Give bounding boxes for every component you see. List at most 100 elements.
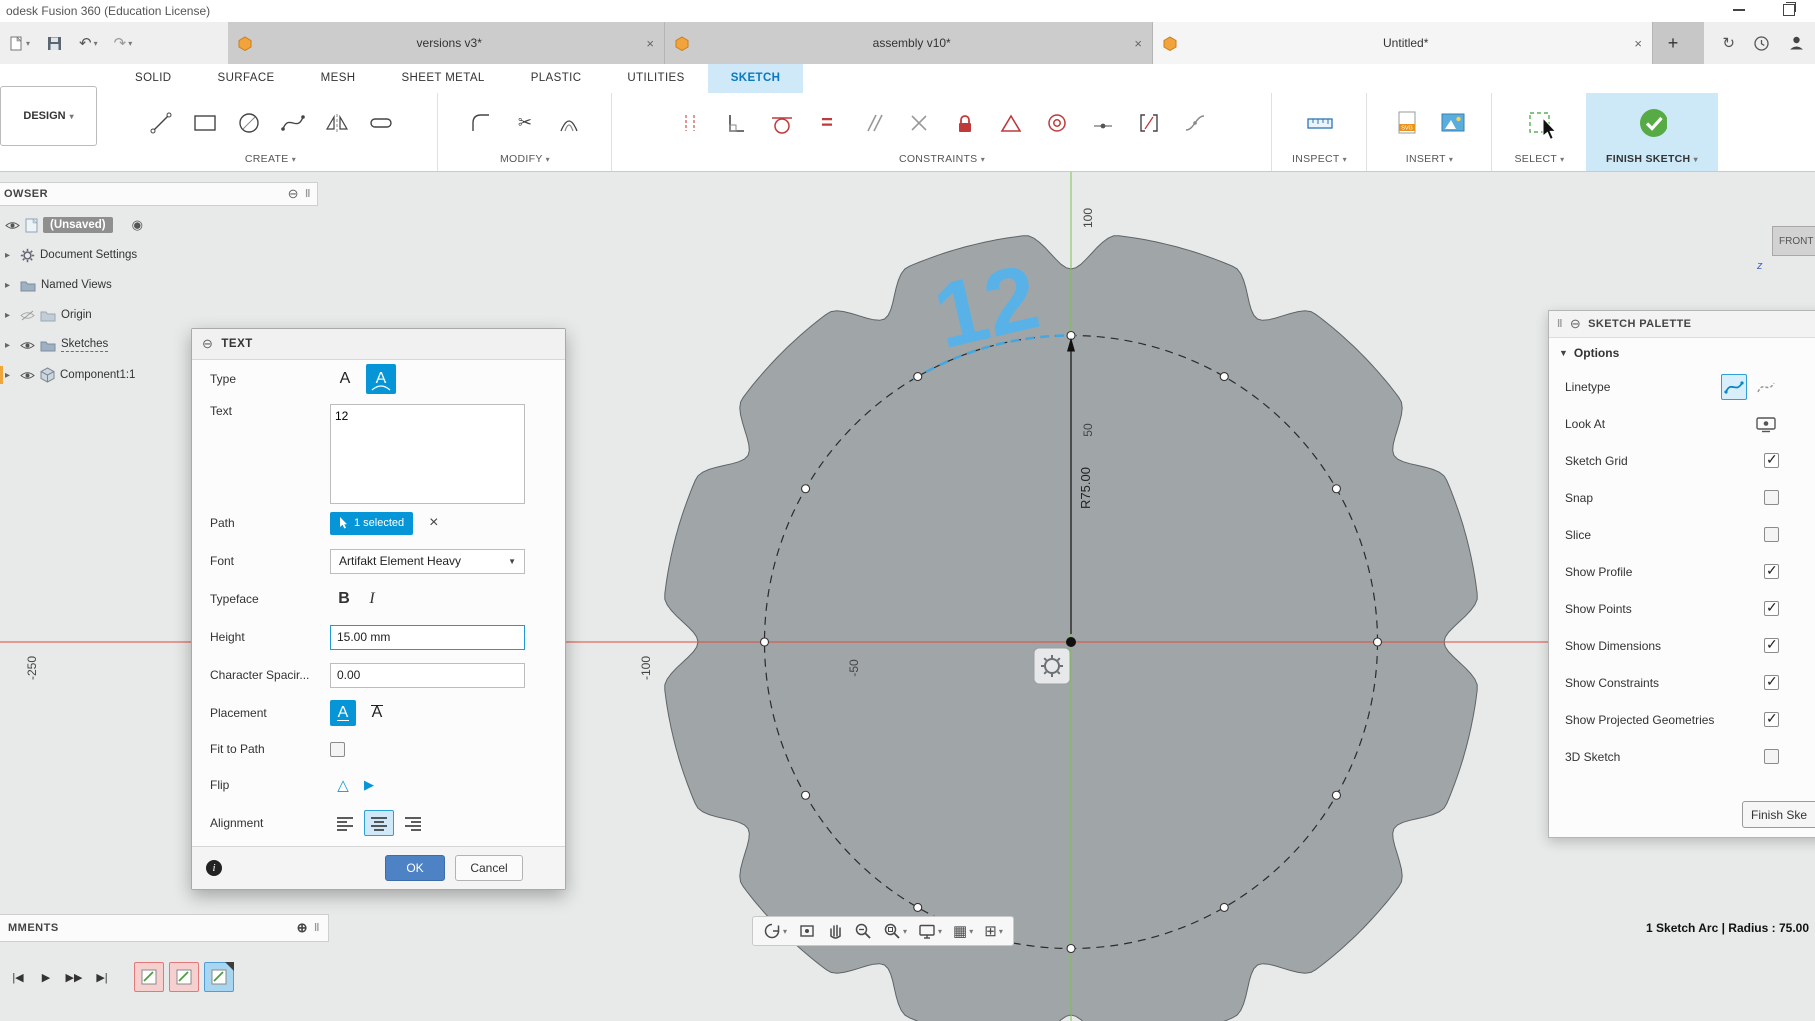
trim-scissors-button[interactable]: ✂ (510, 108, 540, 138)
show-points-checkbox[interactable] (1764, 601, 1779, 616)
activate-radio-icon[interactable]: ◉ (132, 217, 143, 233)
timeline-go-to-end-button[interactable]: ▶| (90, 965, 114, 989)
orbit-button[interactable]: ▾ (763, 922, 787, 940)
close-tab-icon[interactable]: × (1134, 36, 1142, 51)
grid-settings-button[interactable]: ▦▾ (953, 922, 973, 940)
flip-vertical-button[interactable]: ▶ (356, 772, 382, 798)
measure-tool-button[interactable] (1305, 108, 1335, 138)
panel-grip-icon[interactable]: ‖ (305, 188, 311, 200)
tangent-constraint-button[interactable] (766, 108, 796, 138)
look-at-view-button[interactable] (798, 922, 816, 940)
viewports-button[interactable]: ⊞▾ (984, 922, 1003, 940)
pan-button[interactable] (827, 922, 843, 940)
midpoint-constraint-button[interactable] (1088, 108, 1118, 138)
add-comment-icon[interactable]: ⊕ (297, 920, 308, 936)
tab-surface[interactable]: SURFACE (195, 64, 298, 93)
sync-icon[interactable]: ↻ (1722, 34, 1735, 52)
zoom-button[interactable] (854, 922, 872, 940)
restore-icon[interactable] (1783, 4, 1795, 16)
inspect-dropdown[interactable]: INSPECT ▾ (1272, 153, 1367, 171)
concentric-constraint-button[interactable] (1042, 108, 1072, 138)
options-section-header[interactable]: ▼ Options (1549, 338, 1815, 368)
insert-dropdown[interactable]: INSERT ▾ (1367, 153, 1492, 171)
expand-arrow-icon[interactable]: ▸ (5, 340, 15, 351)
panel-grip-icon[interactable]: ‖ (1557, 318, 1563, 330)
tab-solid[interactable]: SOLID (112, 64, 195, 93)
snap-checkbox[interactable] (1764, 490, 1779, 505)
history-clock-icon[interactable] (1753, 35, 1770, 52)
new-tab-button[interactable]: + (1653, 22, 1693, 64)
expand-arrow-icon[interactable]: ▸ (5, 280, 15, 291)
fit-to-path-checkbox[interactable] (330, 742, 345, 757)
show-constraints-checkbox[interactable] (1764, 675, 1779, 690)
zoom-window-button[interactable]: ▾ (883, 922, 907, 940)
modify-dropdown[interactable]: MODIFY ▾ (438, 153, 612, 171)
expand-arrow-icon[interactable]: ▸ (5, 370, 15, 381)
italic-button[interactable]: I (358, 590, 386, 608)
file-menu-button[interactable]: ▾ (8, 35, 30, 52)
expand-arrow-icon[interactable]: ▸ (5, 250, 15, 261)
height-input[interactable] (330, 625, 525, 650)
timeline-play-button[interactable]: ▶ (34, 965, 58, 989)
workspace-selector[interactable]: DESIGN ▾ (0, 86, 97, 146)
view-cube-front-face[interactable]: FRONT (1772, 226, 1815, 256)
fillet-tool-button[interactable] (466, 108, 496, 138)
rectangle-tool-button[interactable] (190, 108, 220, 138)
collapse-dialog-icon[interactable]: ⊖ (202, 336, 213, 352)
mirror-tool-button[interactable] (322, 108, 352, 138)
sketch-grid-checkbox[interactable] (1764, 453, 1779, 468)
path-selection-chip[interactable]: 1 selected (330, 512, 413, 535)
timeline-sketch-feature[interactable] (169, 962, 199, 992)
spline-tool-button[interactable] (278, 108, 308, 138)
align-left-button[interactable] (330, 810, 360, 836)
show-dimensions-checkbox[interactable] (1764, 638, 1779, 653)
show-projected-geometries-checkbox[interactable] (1764, 712, 1779, 727)
curvature-constraint-button[interactable] (1134, 108, 1164, 138)
insert-svg-button[interactable]: SVG (1392, 108, 1422, 138)
create-dropdown[interactable]: CREATE ▾ (104, 153, 437, 171)
text-dialog-header[interactable]: ⊖ TEXT (192, 329, 565, 360)
placement-above-button[interactable]: A (330, 700, 356, 726)
parallel-constraint-button[interactable] (858, 108, 888, 138)
redo-button[interactable]: ↷▾ (114, 34, 133, 52)
finish-sketch-button[interactable] (1637, 108, 1667, 138)
timeline-sketch-feature[interactable] (134, 962, 164, 992)
tab-plastic[interactable]: PLASTIC (508, 64, 605, 93)
look-at-button[interactable] (1753, 411, 1779, 437)
finish-sketch-palette-button[interactable]: Finish Ske (1742, 801, 1815, 828)
tab-utilities[interactable]: UTILITIES (604, 64, 707, 93)
tree-item-named-views[interactable]: ▸ Named Views (0, 270, 300, 300)
document-tab-untitled-active[interactable]: Untitled* × (1153, 22, 1653, 64)
bold-button[interactable]: B (330, 590, 358, 608)
horizontal-vertical-constraint-button[interactable] (674, 108, 704, 138)
tab-sheet-metal[interactable]: SHEET METAL (378, 64, 507, 93)
document-tab-versions[interactable]: versions v3* × (228, 22, 665, 64)
collapse-panel-icon[interactable]: ⊖ (1570, 316, 1581, 332)
placement-below-button[interactable]: A (364, 700, 390, 726)
collapse-panel-icon[interactable]: ⊖ (288, 186, 299, 202)
visibility-eye-icon[interactable] (20, 370, 35, 381)
timeline-fast-forward-button[interactable]: ▶▶ (62, 965, 86, 989)
slot-tool-button[interactable] (366, 108, 396, 138)
line-tool-button[interactable] (146, 108, 176, 138)
align-center-button[interactable] (364, 810, 394, 836)
minimize-icon[interactable] (1733, 9, 1745, 11)
panel-grip-icon[interactable]: ‖ (314, 922, 320, 934)
tree-item-origin[interactable]: ▸ Origin (0, 300, 300, 330)
select-dropdown[interactable]: SELECT ▾ (1492, 153, 1587, 171)
timeline-sketch-feature-selected[interactable] (204, 962, 234, 992)
equal-constraint-button[interactable]: = (812, 108, 842, 138)
text-content-input[interactable]: 12 (330, 404, 525, 504)
text-type-on-path-button[interactable]: A (366, 364, 396, 394)
insert-image-button[interactable] (1438, 108, 1468, 138)
character-spacing-input[interactable] (330, 663, 525, 688)
tab-mesh[interactable]: MESH (298, 64, 379, 93)
visibility-eye-icon[interactable] (5, 220, 20, 231)
lock-constraint-button[interactable] (950, 108, 980, 138)
sketch-palette-header[interactable]: ‖ ⊖ SKETCH PALETTE (1549, 311, 1815, 338)
smooth-constraint-button[interactable] (1180, 108, 1210, 138)
fix-constraint-button[interactable] (996, 108, 1026, 138)
ok-button[interactable]: OK (385, 855, 445, 881)
undo-button[interactable]: ↶▾ (79, 34, 98, 52)
tab-sketch-active[interactable]: SKETCH (708, 64, 804, 93)
